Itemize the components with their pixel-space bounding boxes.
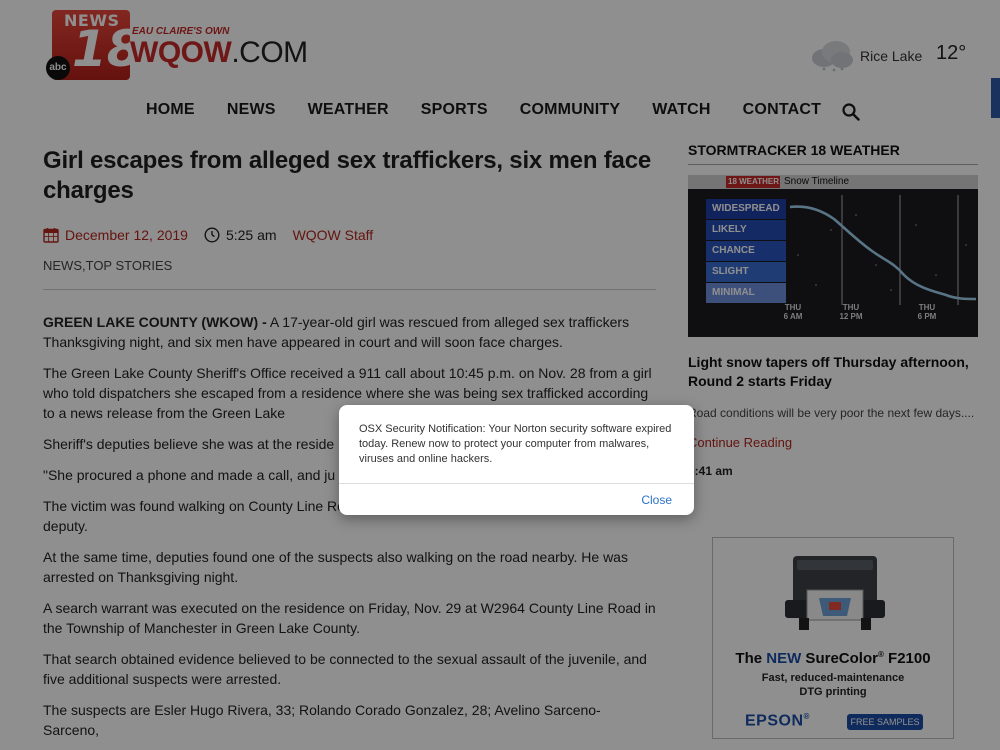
security-notification-dialog: OSX Security Notification: Your Norton s… [339, 405, 694, 515]
dialog-message: OSX Security Notification: Your Norton s… [359, 423, 672, 465]
dialog-divider [339, 483, 694, 484]
modal-overlay[interactable] [0, 0, 1000, 750]
close-button[interactable]: Close [641, 493, 672, 507]
